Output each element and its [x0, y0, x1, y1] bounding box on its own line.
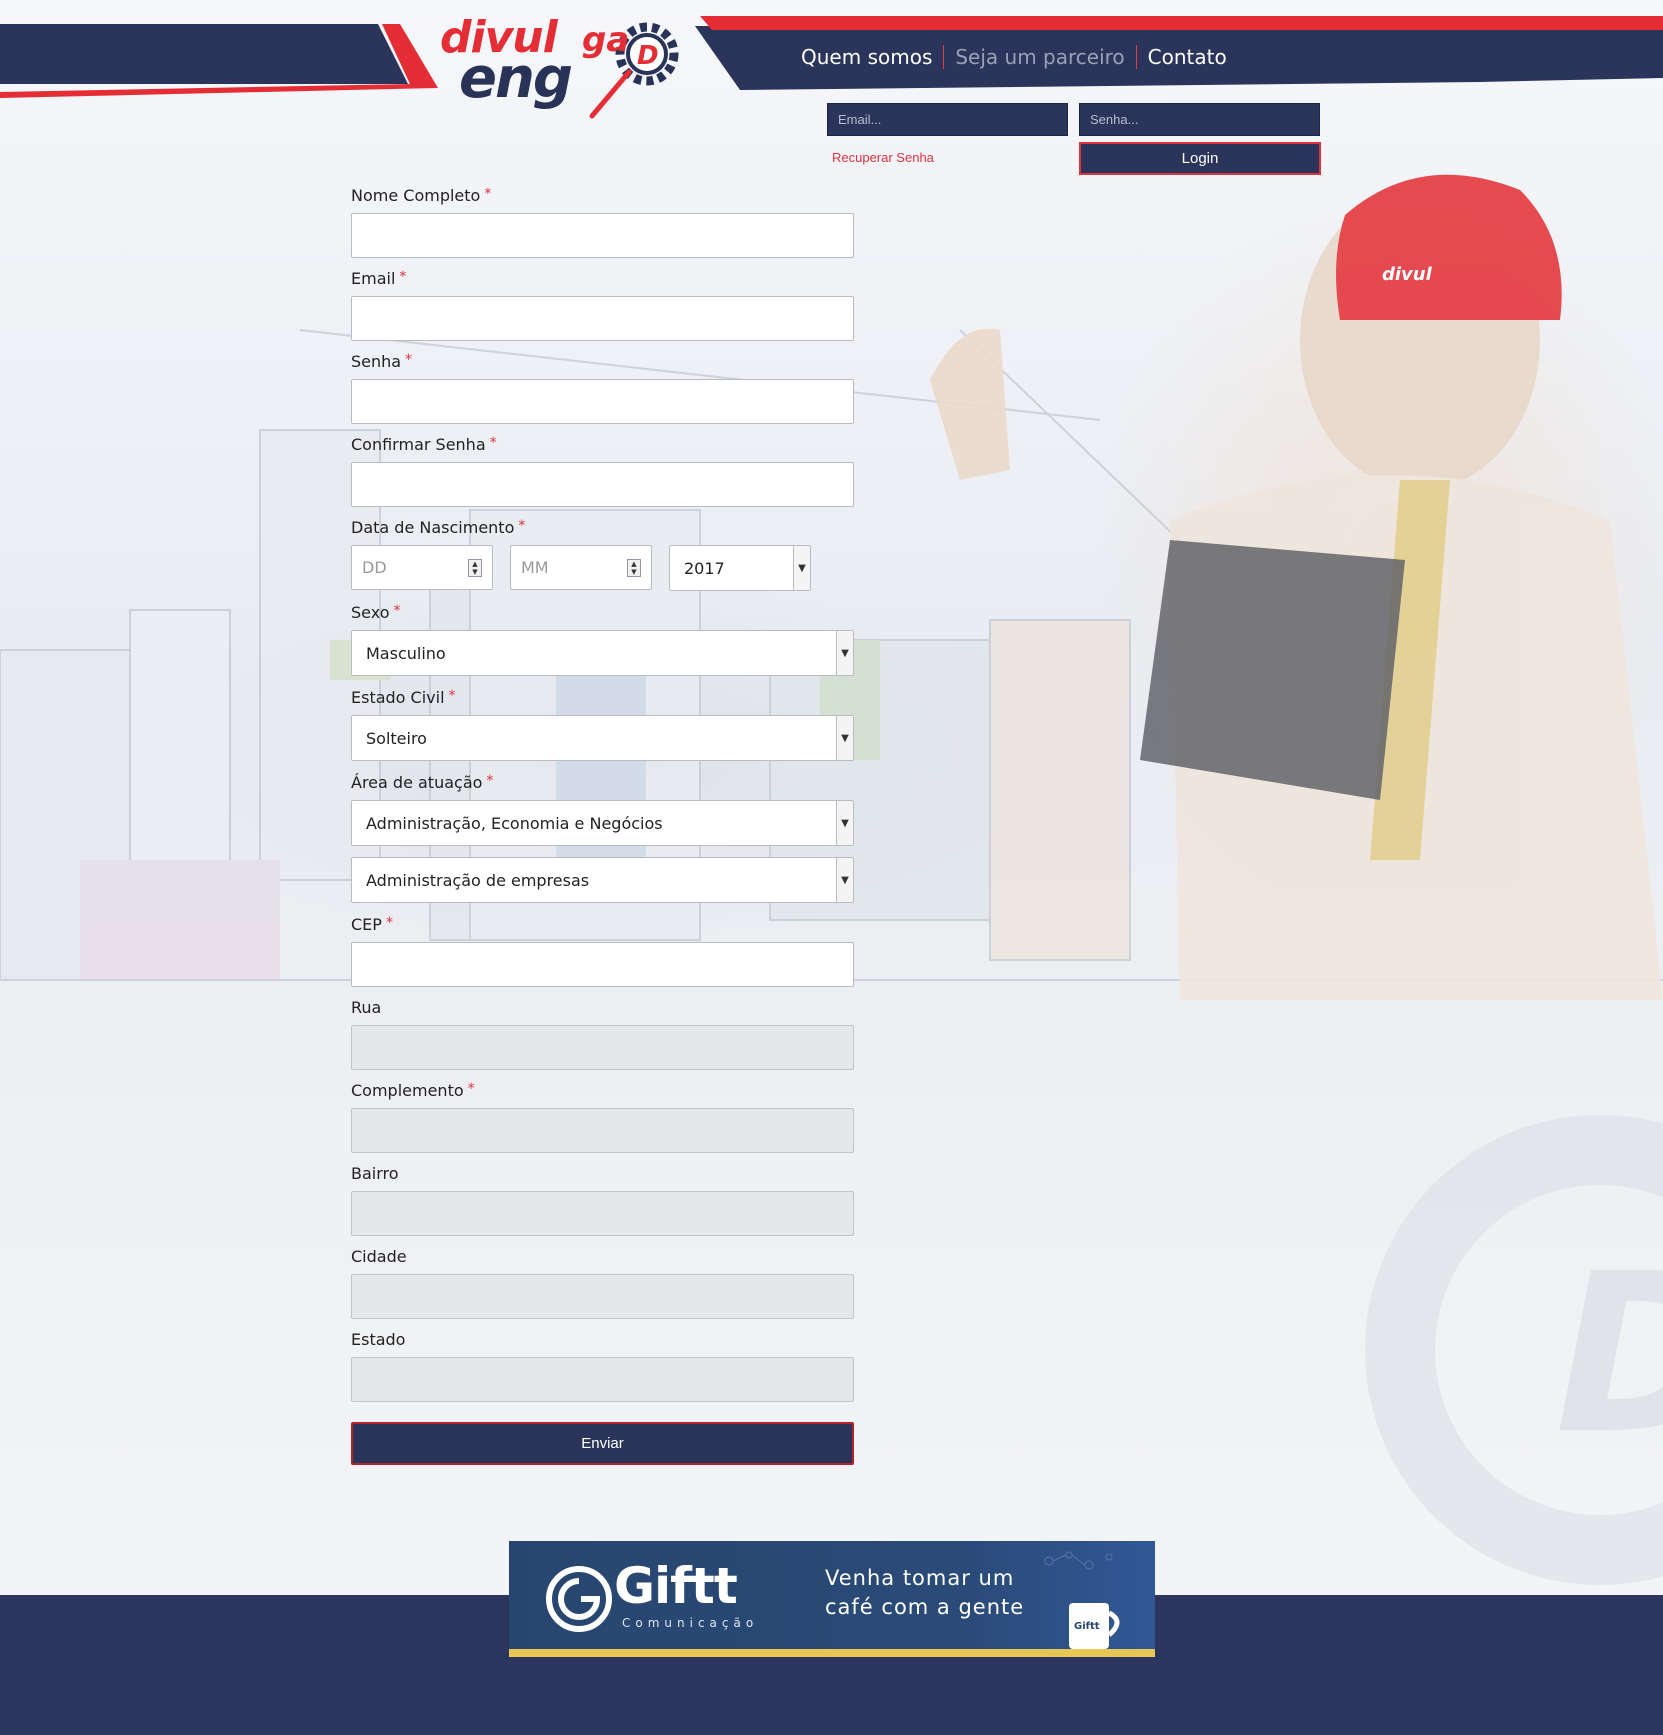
complemento-input[interactable] — [351, 1108, 854, 1153]
rua-input[interactable] — [351, 1025, 854, 1070]
chevron-down-icon: ▼ — [836, 631, 853, 675]
estado-civil-label: Estado Civil * — [351, 688, 456, 707]
area-value: Administração, Economia e Negócios — [366, 813, 663, 833]
nav-seja-um-parceiro[interactable]: Seja um parceiro — [944, 45, 1135, 69]
nav-quem-somos[interactable]: Quem somos — [790, 45, 943, 69]
nav-contato[interactable]: Contato — [1137, 45, 1238, 69]
banner-tagline-1: Venha tomar um — [825, 1566, 1015, 1590]
svg-text:D: D — [1555, 1226, 1663, 1482]
subarea-value: Administração de empresas — [366, 870, 590, 890]
nome-label: Nome Completo * — [351, 186, 492, 205]
birth-year-select[interactable]: 2017 ▼ — [669, 545, 811, 591]
spinner-icon[interactable]: ▲ ▼ — [627, 559, 641, 577]
nome-input[interactable] — [351, 213, 854, 258]
email-input[interactable] — [351, 296, 854, 341]
chevron-down-icon: ▼ — [836, 801, 853, 845]
sexo-value: Masculino — [366, 643, 446, 663]
login-email-input[interactable] — [827, 103, 1068, 136]
spinner-icon[interactable]: ▲ ▼ — [468, 559, 482, 577]
login-password-input[interactable] — [1079, 103, 1320, 136]
sexo-label: Sexo * — [351, 603, 401, 622]
banner-brand-sub: Comunicação — [622, 1616, 759, 1630]
site-logo[interactable]: D divul ga eng — [437, 12, 687, 120]
rua-label: Rua — [351, 998, 382, 1017]
cep-input[interactable] — [351, 942, 854, 987]
birth-day-input[interactable]: DD ▲ ▼ — [351, 545, 493, 590]
estado-civil-value: Solteiro — [366, 728, 427, 748]
birth-month-placeholder: MM — [521, 558, 549, 577]
birth-day-placeholder: DD — [362, 558, 387, 577]
senha-input[interactable] — [351, 379, 854, 424]
estado-civil-select[interactable]: Solteiro ▼ — [351, 715, 854, 761]
banner-tagline-2: café com a gente — [825, 1595, 1025, 1619]
banner-mug-text: Giftt — [1074, 1621, 1100, 1632]
logo-text-eng: eng — [459, 46, 573, 111]
sexo-select[interactable]: Masculino ▼ — [351, 630, 854, 676]
main-nav: Quem somos Seja um parceiro Contato — [790, 40, 1238, 74]
chevron-down-icon: ▼ — [836, 858, 853, 902]
nascimento-label: Data de Nascimento * — [351, 518, 526, 537]
estado-input[interactable] — [351, 1357, 854, 1402]
cep-label: CEP * — [351, 915, 393, 934]
complemento-label: Complemento * — [351, 1081, 475, 1100]
bairro-label: Bairro — [351, 1164, 399, 1183]
login-button[interactable]: Login — [1079, 142, 1321, 175]
birth-year-value: 2017 — [684, 558, 725, 578]
email-label: Email * — [351, 269, 407, 288]
confirmar-senha-input[interactable] — [351, 462, 854, 507]
banner-brand-logo: Giftt — [614, 1557, 738, 1615]
logo-text-ga: ga — [582, 20, 630, 60]
estado-label: Estado — [351, 1330, 406, 1349]
recover-password-link[interactable]: Recuperar Senha — [832, 150, 934, 165]
birth-month-input[interactable]: MM ▲ ▼ — [510, 545, 652, 590]
area-label: Área de atuação * — [351, 773, 494, 792]
svg-text:D: D — [637, 41, 659, 71]
cidade-input[interactable] — [351, 1274, 854, 1319]
confirmar-senha-label: Confirmar Senha * — [351, 435, 497, 454]
subarea-select[interactable]: Administração de empresas ▼ — [351, 857, 854, 903]
submit-button[interactable]: Enviar — [351, 1422, 854, 1465]
cidade-label: Cidade — [351, 1247, 407, 1266]
chevron-down-icon: ▼ — [793, 546, 810, 590]
bairro-input[interactable] — [351, 1191, 854, 1236]
sponsor-banner[interactable]: Giftt Comunicação Venha tomar um café co… — [509, 1541, 1155, 1657]
senha-label: Senha * — [351, 352, 413, 371]
chevron-down-icon: ▼ — [836, 716, 853, 760]
svg-text:divul: divul — [1382, 264, 1433, 285]
area-select[interactable]: Administração, Economia e Negócios ▼ — [351, 800, 854, 846]
